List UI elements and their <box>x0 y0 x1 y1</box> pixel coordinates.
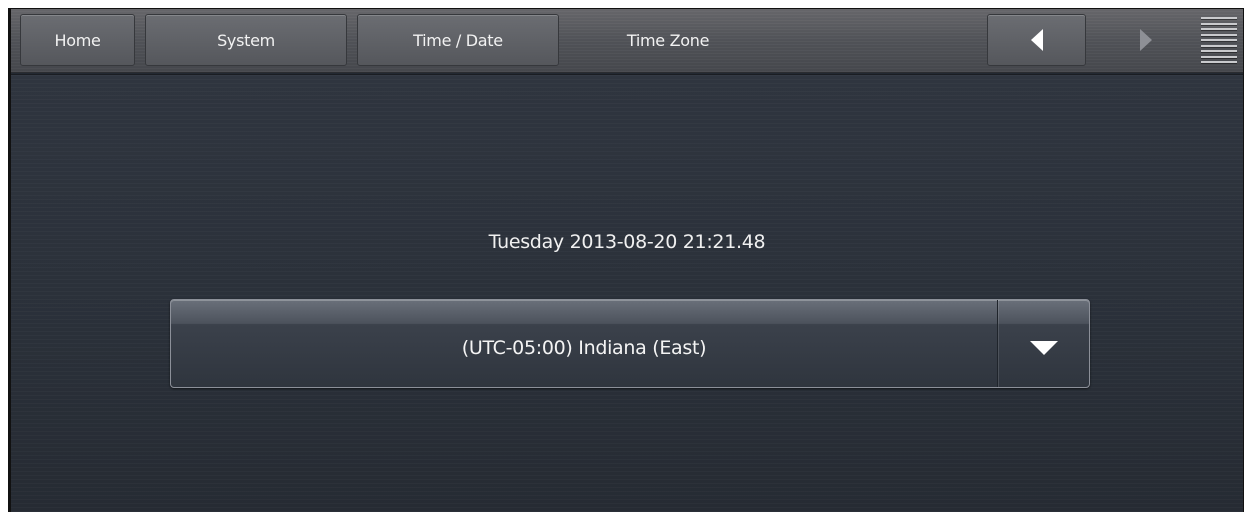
select-divider <box>997 300 998 387</box>
triangle-left-icon <box>1030 29 1043 51</box>
triangle-right-icon <box>1140 29 1152 51</box>
menu-button[interactable] <box>1201 15 1237 65</box>
back-button[interactable] <box>987 14 1086 66</box>
time-zone-value-text: (UTC-05:00) Indiana (East) <box>461 336 707 359</box>
app-frame: Home System Time / Date Time Zone Tuesda… <box>8 8 1244 512</box>
tab-time-zone[interactable]: Time Zone <box>568 14 768 66</box>
tab-time-zone-label: Time Zone <box>626 30 710 50</box>
chevron-down-icon <box>1030 340 1058 355</box>
dropdown-toggle-button[interactable] <box>999 300 1089 387</box>
top-navigation-bar: Home System Time / Date Time Zone <box>11 9 1243 73</box>
tab-time-date-label: Time / Date <box>413 30 503 50</box>
menu-lines-icon <box>1201 17 1237 19</box>
forward-button[interactable] <box>1096 14 1196 66</box>
tab-time-date[interactable]: Time / Date <box>357 14 559 66</box>
time-zone-panel: Tuesday 2013-08-20 21:21.48 (UTC-05:00) … <box>11 74 1243 512</box>
time-zone-selected-value: (UTC-05:00) Indiana (East) <box>171 300 997 387</box>
time-zone-select[interactable]: (UTC-05:00) Indiana (East) <box>170 299 1090 388</box>
tab-system[interactable]: System <box>145 14 347 66</box>
tab-system-label: System <box>217 30 275 50</box>
tab-home[interactable]: Home <box>20 14 135 66</box>
tab-home-label: Home <box>54 30 101 50</box>
device-screen: Home System Time / Date Time Zone Tuesda… <box>0 0 1247 514</box>
current-datetime: Tuesday 2013-08-20 21:21.48 <box>488 231 766 253</box>
